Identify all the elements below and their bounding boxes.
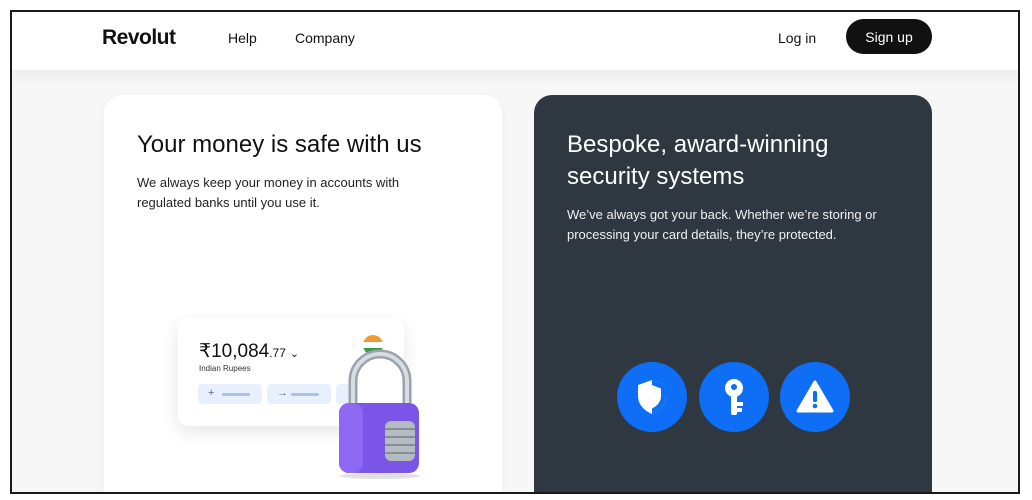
plus-icon: + (208, 387, 215, 399)
transfer-button[interactable]: → (267, 384, 331, 404)
key-icon (699, 362, 769, 432)
nav-company[interactable]: Company (295, 30, 355, 46)
security-description: We’ve always got your back. Whether we’r… (567, 207, 877, 242)
padlock-icon (339, 349, 420, 479)
balance-amount-cents: .77 (269, 346, 286, 360)
chevron-down-icon: ⌄ (289, 348, 300, 360)
site-header: Revolut Help Company Log in Sign up (12, 12, 1018, 70)
login-link[interactable]: Log in (778, 30, 816, 46)
balance-amount: ₹10,084.77 ⌄ (199, 340, 299, 363)
nav-help[interactable]: Help (228, 30, 257, 46)
money-safe-card: Your money is safe with us We always kee… (104, 95, 502, 492)
warning-icon (780, 362, 850, 432)
security-title: Bespoke, award-winning security systems (567, 131, 829, 190)
security-card: Bespoke, award-winning security systems … (534, 95, 932, 492)
money-safe-description: We always keep your money in accounts wi… (137, 175, 400, 210)
add-money-button[interactable]: + (198, 384, 262, 404)
balance-amount-main: ₹10,084 (199, 341, 270, 362)
browser-viewport: Revolut Help Company Log in Sign up Your… (10, 10, 1020, 494)
currency-name: Indian Rupees (199, 364, 251, 373)
money-safe-title: Your money is safe with us (137, 131, 422, 158)
signup-button[interactable]: Sign up (846, 19, 932, 54)
revolut-logo[interactable]: Revolut (102, 26, 176, 50)
arrow-right-icon: → (277, 387, 288, 399)
shield-icon (617, 362, 687, 432)
